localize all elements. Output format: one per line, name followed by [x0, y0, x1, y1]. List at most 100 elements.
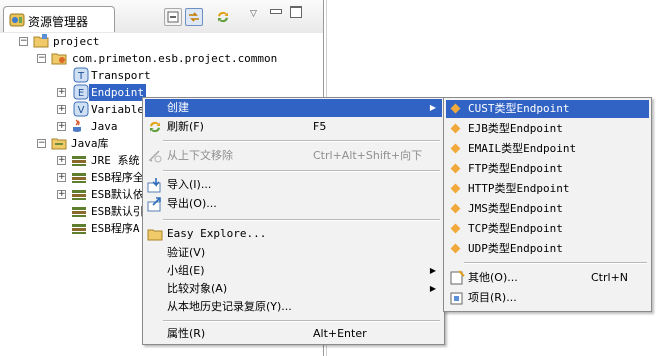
collapse-icon[interactable]: − [37, 54, 46, 63]
endpoint-bullet-icon [450, 103, 461, 114]
collapse-icon[interactable]: − [37, 139, 46, 148]
submenu-item-udp-endpoint[interactable]: UDP类型Endpoint [446, 240, 649, 258]
menu-item-team[interactable]: 小组(E) ▶ [145, 262, 442, 280]
menu-item-label: 创建 [167, 101, 189, 114]
menu-item-label: 属性(R) [167, 327, 206, 340]
svg-text:V: V [78, 105, 85, 116]
submenu-item-tcp-endpoint[interactable]: TCP类型Endpoint [446, 220, 649, 238]
endpoint-bullet-icon [450, 143, 461, 154]
view-menu-icon[interactable]: ▽ [250, 9, 257, 19]
menu-item-create[interactable]: 创建 ▶ [145, 99, 442, 117]
tree-label: Java [91, 120, 118, 133]
submenu-item-label: TCP类型Endpoint [468, 222, 563, 235]
remove-context-icon [148, 150, 162, 163]
menu-item-restore-local-history[interactable]: 从本地历史记录复原(Y)... [145, 298, 442, 316]
menu-item-label: 从上下文移除 [167, 149, 233, 162]
endpoint-bullet-icon [450, 123, 461, 134]
menu-item-shortcut: Ctrl+Alt+Shift+向下 [313, 149, 423, 162]
collapse-all-button[interactable] [164, 8, 182, 26]
link-with-editor-button[interactable] [185, 8, 203, 26]
minimize-icon[interactable] [270, 9, 282, 14]
submenu-item-http-endpoint[interactable]: HTTP类型Endpoint [446, 180, 649, 198]
tree-item-transport[interactable]: T Transport [0, 67, 320, 84]
endpoint-icon: E [73, 84, 89, 100]
jar-library-icon [72, 224, 86, 234]
create-submenu: CUST类型Endpoint EJB类型Endpoint EMAIL类型Endp… [443, 97, 652, 312]
tree-item-esb-program-1[interactable]: + ESB程序全 [0, 169, 144, 186]
submenu-item-cust-endpoint[interactable]: CUST类型Endpoint [446, 100, 649, 118]
svg-text:T: T [77, 71, 85, 82]
menu-item-validate[interactable]: 验证(V) [145, 244, 442, 262]
submenu-item-other[interactable]: 其他(O)... Ctrl+N [446, 269, 649, 287]
svg-text:E: E [78, 88, 84, 99]
submenu-item-project[interactable]: 项目(R)... [446, 289, 649, 307]
menu-item-label: 导入(I)... [167, 178, 212, 191]
menu-item-label: 刷新(F) [167, 120, 204, 133]
expand-icon[interactable]: + [57, 190, 66, 199]
submenu-item-label: HTTP类型Endpoint [468, 182, 570, 195]
export-icon [147, 197, 161, 212]
tree-item-package[interactable]: − com.primeton.esb.project.common [0, 50, 320, 67]
menu-separator [163, 140, 440, 142]
menu-separator [163, 320, 440, 322]
tree-label: project [53, 35, 100, 48]
library-folder-icon [51, 138, 67, 150]
menu-item-label: 从本地历史记录复原(Y)... [167, 300, 292, 313]
menu-item-shortcut: F5 [313, 120, 327, 133]
menu-separator [163, 170, 440, 172]
expand-icon[interactable]: + [57, 105, 66, 114]
jar-library-icon [72, 173, 86, 183]
menu-item-import[interactable]: 导入(I)... [145, 176, 442, 194]
submenu-item-shortcut: Ctrl+N [591, 271, 629, 284]
menu-item-refresh[interactable]: 刷新(F) F5 [145, 118, 442, 136]
link-with-editor-icon [189, 12, 199, 22]
menu-item-shortcut: Alt+Enter [313, 327, 367, 340]
menu-item-easy-explore[interactable]: Easy Explore... [145, 225, 442, 243]
variable-icon: V [73, 101, 89, 117]
new-project-icon [450, 292, 463, 305]
tree-item-jre[interactable]: + JRE 系统 [0, 152, 142, 169]
tree-label: Transport [91, 69, 151, 82]
menu-item-properties[interactable]: 属性(R) Alt+Enter [145, 325, 442, 343]
submenu-item-label: CUST类型Endpoint [468, 102, 570, 115]
menu-item-label: 比较对象(A) [167, 282, 228, 295]
submenu-item-ejb-endpoint[interactable]: EJB类型Endpoint [446, 120, 649, 138]
package-icon [51, 53, 67, 65]
submenu-item-label: EJB类型Endpoint [468, 122, 563, 135]
tree-label-selected: Endpoint [89, 84, 146, 101]
tree-item-esb-program-2[interactable]: ESB程序A [0, 220, 142, 237]
menu-item-label: Easy Explore... [167, 227, 267, 240]
tree-item-esb-default-1[interactable]: + ESB默认依 [0, 186, 144, 203]
maximize-icon[interactable] [290, 6, 302, 18]
submenu-item-label: 项目(R)... [468, 291, 517, 304]
tree-item-project[interactable]: − project [0, 33, 320, 50]
expand-icon[interactable]: + [57, 88, 66, 97]
jar-library-icon [72, 207, 86, 217]
expand-icon[interactable]: + [57, 156, 66, 165]
tree-label: Java库 [71, 137, 109, 150]
submenu-item-label: JMS类型Endpoint [468, 202, 563, 215]
endpoint-bullet-icon [450, 243, 461, 254]
endpoint-bullet-icon [450, 183, 461, 194]
tree-item-esb-default-2[interactable]: ESB默认引 [0, 203, 144, 220]
submenu-arrow-icon: ▶ [429, 266, 436, 275]
endpoint-bullet-icon [450, 163, 461, 174]
menu-separator [163, 219, 440, 221]
submenu-item-jms-endpoint[interactable]: JMS类型Endpoint [446, 200, 649, 218]
tab-explorer[interactable]: 资源管理器 [3, 6, 115, 32]
expand-icon[interactable]: + [57, 122, 66, 131]
tree-label: Variable [91, 103, 144, 116]
tab-explorer-label: 资源管理器 [28, 15, 89, 29]
menu-item-remove-from-context[interactable]: 从上下文移除 Ctrl+Alt+Shift+向下 [145, 147, 442, 165]
submenu-item-ftp-endpoint[interactable]: FTP类型Endpoint [446, 160, 649, 178]
submenu-item-label: EMAIL类型Endpoint [468, 142, 577, 155]
collapse-icon[interactable]: − [19, 37, 28, 46]
submenu-item-email-endpoint[interactable]: EMAIL类型Endpoint [446, 140, 649, 158]
menu-item-compare-with[interactable]: 比较对象(A) ▶ [145, 280, 442, 298]
jar-library-icon [72, 156, 86, 166]
sync-button[interactable] [214, 8, 232, 26]
menu-item-label: 小组(E) [167, 264, 205, 277]
expand-icon[interactable]: + [57, 173, 66, 182]
java-icon [73, 119, 81, 132]
menu-item-export[interactable]: 导出(O)... [145, 195, 442, 213]
